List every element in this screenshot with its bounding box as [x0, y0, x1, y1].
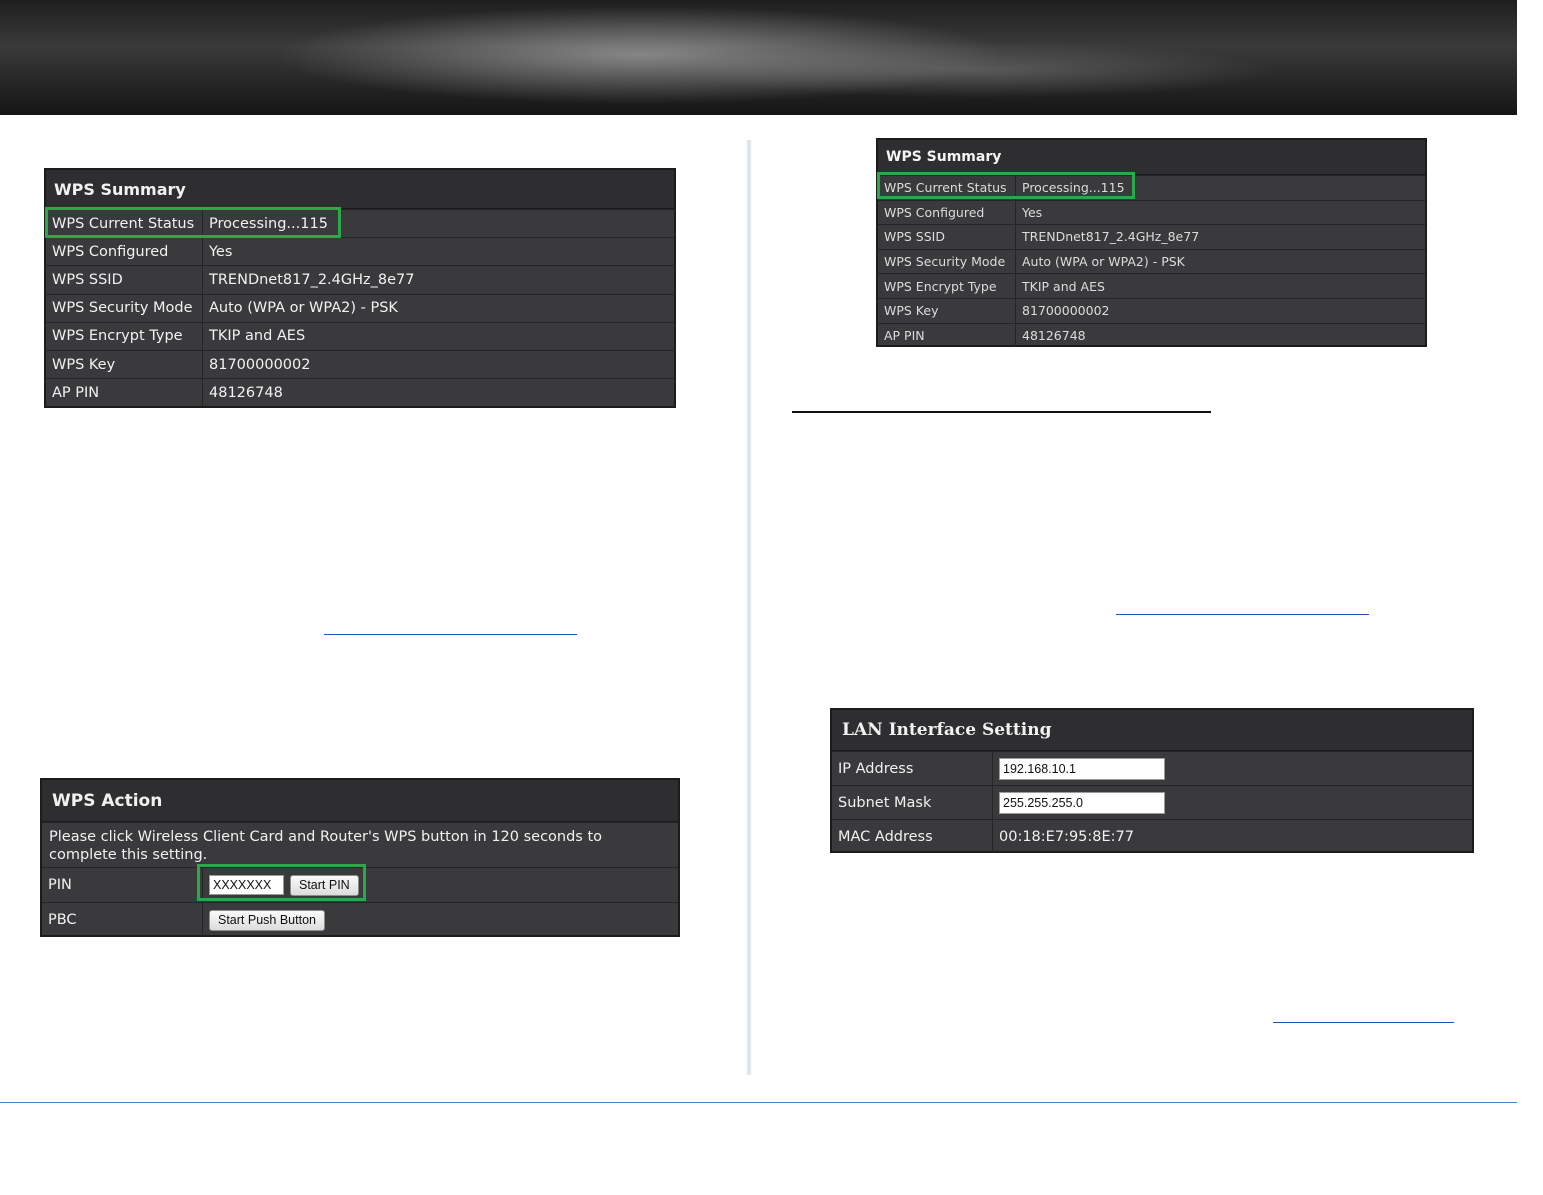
table-row: WPS Key 81700000002 [878, 297, 1425, 323]
status-highlight-box [877, 172, 1135, 199]
wps-summary-panel: WPS Summary WPS Current Status Processing… [876, 138, 1427, 348]
status-highlight-box [45, 207, 341, 238]
table-row: AP PIN 48126748 [46, 378, 674, 407]
mask-row: Subnet Mask [832, 785, 1472, 819]
row-label: WPS Key [46, 350, 203, 379]
row-label: MAC Address [832, 820, 993, 853]
table-row: WPS Security Mode Auto (WPA or WPA2) - PS… [878, 248, 1425, 274]
row-label: WPS Security Mode [46, 294, 203, 322]
hyperlink-underline[interactable] [1116, 614, 1369, 615]
mac-row: MAC Address 00:18:E7:95:8E:77 [832, 819, 1472, 853]
wps-summary-panel: WPS Summary WPS Current Status Processing… [44, 168, 676, 408]
table-row: WPS Configured Yes [46, 237, 674, 266]
wps-action-panel: WPS Action Please click Wireless Client … [40, 778, 680, 937]
column-divider [746, 140, 752, 1075]
row-value: 48126748 [209, 384, 283, 401]
row-value: TKIP and AES [209, 328, 306, 345]
row-label: WPS Key [878, 298, 1016, 323]
row-label: WPS SSID [46, 266, 203, 294]
hyperlink-underline[interactable] [324, 634, 577, 635]
table-row: WPS Encrypt Type TKIP and AES [878, 273, 1425, 298]
hyperlink-underline[interactable] [1273, 1022, 1454, 1023]
table-row: WPS Encrypt Type TKIP and AES [46, 321, 674, 350]
table-row: WPS SSID TRENDnet817_2.4GHz_8e77 [46, 265, 674, 294]
row-label: WPS Encrypt Type [46, 322, 203, 350]
table-row: WPS Configured Yes [878, 199, 1425, 225]
row-value: TKIP and AES [1022, 278, 1105, 294]
row-label: WPS Security Mode [878, 249, 1016, 274]
row-value: 81700000002 [1022, 303, 1110, 319]
row-label: WPS Configured [46, 238, 203, 266]
row-value: 48126748 [1022, 327, 1086, 343]
table-row: AP PIN 48126748 [878, 322, 1425, 348]
row-label: IP Address [832, 752, 993, 785]
panel-title: WPS Summary [878, 140, 1425, 175]
table-row: WPS Security Mode Auto (WPA or WPA2) - PS… [46, 293, 674, 322]
row-label: AP PIN [46, 379, 203, 407]
subnet-mask-input[interactable] [999, 791, 1165, 814]
row-label: WPS SSID [878, 225, 1016, 249]
panel-title: WPS Action [42, 780, 678, 822]
row-label: Subnet Mask [832, 786, 993, 819]
ip-address-input[interactable] [999, 757, 1165, 780]
row-label: AP PIN [878, 323, 1016, 348]
lan-interface-panel: LAN Interface Setting IP Address Subnet … [830, 708, 1474, 853]
row-value: Auto (WPA or WPA2) - PSK [209, 300, 398, 317]
panel-title: LAN Interface Setting [832, 710, 1472, 751]
pin-highlight-box [197, 864, 366, 901]
start-push-button[interactable]: Start Push Button [209, 909, 325, 931]
row-value: Yes [1022, 204, 1043, 220]
row-value: Auto (WPA or WPA2) - PSK [1022, 254, 1185, 270]
row-value: 81700000002 [209, 356, 311, 373]
ip-row: IP Address [832, 751, 1472, 785]
row-label: PBC [42, 903, 203, 937]
row-value: TRENDnet817_2.4GHz_8e77 [209, 271, 415, 288]
header-banner [0, 0, 1517, 115]
footer-rule [0, 1102, 1517, 1103]
table-row: WPS SSID TRENDnet817_2.4GHz_8e77 [878, 224, 1425, 249]
table-row: WPS Key 81700000002 [46, 349, 674, 379]
pbc-row: PBC Start Push Button [42, 902, 678, 937]
row-label: WPS Configured [878, 200, 1016, 225]
row-value: Yes [209, 243, 233, 260]
row-value: TRENDnet817_2.4GHz_8e77 [1022, 229, 1200, 245]
row-label: PIN [42, 868, 203, 902]
row-label: WPS Encrypt Type [878, 274, 1016, 298]
instruction-text: Please click Wireless Client Card and Ro… [42, 822, 678, 867]
mac-address-value: 00:18:E7:95:8E:77 [999, 828, 1135, 845]
panel-title: WPS Summary [46, 170, 674, 209]
section-heading-rule [792, 411, 1211, 413]
